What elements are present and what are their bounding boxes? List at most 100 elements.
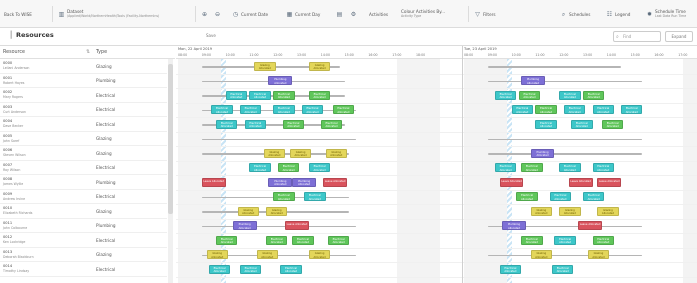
activity-block[interactable]: Electrical Allocated [277,163,300,173]
activities-menu[interactable]: Activities [369,7,388,21]
sort-icon[interactable]: ⇅ [86,49,90,55]
activity-block[interactable]: Electrical Allocated [239,105,262,115]
back-button[interactable]: Back To WISE [4,7,32,21]
resource-row[interactable]: 0011 John Colbourne Plumbing [0,219,167,233]
resource-row[interactable]: 0010 Elizabeth Richards Glazing [0,204,167,219]
resource-row[interactable]: 0014 Timothy Lindsay Electrical [0,262,167,277]
activity-block[interactable]: Electrical Allocated [208,264,231,274]
activity-block[interactable]: Electrical Allocated [549,192,572,202]
activity-block[interactable]: Plumbing Allocated [521,76,545,86]
activity-block[interactable]: Electrical Allocated [592,163,614,173]
activity-block[interactable]: Leave Allocated [499,177,524,187]
resource-row[interactable]: 0001 Robert Hayes Plumbing [0,74,167,88]
schedules-button[interactable]: ⌕ Schedules [560,7,591,21]
activity-block[interactable]: Glazing Allocated [530,250,553,260]
activity-block[interactable]: Leave Allocated [285,221,309,231]
schedule-time-button[interactable]: ✹ Schedule Time Last Data Run Time [646,7,686,21]
activity-block[interactable]: Glazing Allocated [237,206,259,216]
activity-block[interactable]: Electrical Allocated [552,264,574,274]
column-header-type[interactable]: Type [96,50,107,55]
activity-block[interactable]: Electrical Allocated [280,264,302,274]
activity-block[interactable]: Leave Allocated [568,177,593,187]
activity-block[interactable]: Electrical Allocated [554,235,576,245]
activity-block[interactable]: Electrical Allocated [535,119,557,129]
current-day-button[interactable]: ▦ Current Day [286,7,321,21]
activity-block[interactable]: Electrical Allocated [273,105,295,115]
activity-block[interactable]: Electrical Allocated [304,192,326,202]
activities-button[interactable]: ⚙ [350,7,357,21]
activity-block[interactable]: Electrical Allocated [602,119,624,129]
activity-block[interactable]: Leave Allocated [201,177,226,187]
activity-block[interactable]: Glazing Allocated [597,206,619,216]
activity-block[interactable]: Electrical Allocated [244,119,267,129]
activity-block[interactable]: Electrical Allocated [308,163,331,173]
activity-block[interactable]: Electrical Allocated [499,264,522,274]
activity-block[interactable]: Electrical Allocated [216,235,238,245]
activity-block[interactable]: Electrical Allocated [266,235,288,245]
activity-block[interactable]: Electrical Allocated [292,235,314,245]
activity-block[interactable]: Electrical Allocated [249,163,271,173]
resource-row[interactable]: 0003 Curt Anderson Electrical [0,103,167,117]
activity-block[interactable]: Electrical Allocated [535,105,557,115]
resource-row[interactable]: 0005 John Soref Glazing [0,132,167,146]
activity-block[interactable]: Glazing Allocated [289,148,312,158]
activity-block[interactable]: Electrical Allocated [621,105,643,115]
expand-button[interactable]: Expand [665,31,693,42]
activity-block[interactable]: Electrical Allocated [583,90,605,100]
scrollbar-thumb[interactable] [168,64,173,214]
activity-block[interactable]: Electrical Allocated [273,192,295,202]
legend-button[interactable]: ☷ Legend [606,7,631,21]
dataset-button[interactable]: ▥ Dataset /Applied/World/NorthernHealth/… [58,7,160,21]
activity-block[interactable]: Electrical Allocated [249,90,271,100]
resource-row[interactable]: 0009 Andrew Irvine Electrical [0,190,167,204]
resource-row[interactable]: 0007 Roy Wilson Electrical [0,161,167,175]
find-input[interactable]: ⌕ Find [613,31,661,42]
resource-row[interactable]: 0002 Mary Rogers Electrical [0,88,167,103]
activity-block[interactable]: Glazing Allocated [559,206,581,216]
activity-block[interactable]: Electrical Allocated [518,90,541,100]
activity-block[interactable]: Glazing Allocated [256,250,278,260]
save-button[interactable]: Save [206,33,216,38]
zoom-in-button[interactable]: ⊕ [201,7,208,21]
activity-block[interactable]: Electrical Allocated [559,163,581,173]
activity-block[interactable]: Plumbing Allocated [502,221,526,231]
activity-block[interactable]: Electrical Allocated [239,264,262,274]
resource-row[interactable]: 0004 Dave Becker Electrical [0,117,167,132]
activity-block[interactable]: Electrical Allocated [332,105,355,115]
activity-block[interactable]: Electrical Allocated [592,105,614,115]
activity-block[interactable]: Glazing Allocated [530,206,553,216]
activity-block[interactable]: Plumbing Allocated [268,177,293,187]
activity-block[interactable]: Leave Allocated [578,221,603,231]
activity-block[interactable]: Electrical Allocated [521,163,543,173]
grid-button[interactable]: ▤ [336,7,343,21]
activity-block[interactable]: Electrical Allocated [273,90,295,100]
activity-block[interactable]: Glazing Allocated [308,250,331,260]
activity-block[interactable]: Electrical Allocated [516,192,538,202]
activity-block[interactable]: Electrical Allocated [571,119,593,129]
activity-block[interactable]: Electrical Allocated [320,119,343,129]
activity-block[interactable]: Glazing Allocated [308,61,331,71]
zoom-out-button[interactable]: ⊖ [214,7,221,21]
activity-block[interactable]: Leave Allocated [323,177,347,187]
resource-row[interactable]: 0012 Ken Lockridge Electrical [0,233,167,248]
filters-button[interactable]: ▽ Filters [474,7,495,21]
activity-block[interactable]: Electrical Allocated [327,235,350,245]
activity-block[interactable]: Electrical Allocated [559,90,581,100]
activity-block[interactable]: Glazing Allocated [206,250,228,260]
activity-block[interactable]: Electrical Allocated [301,105,324,115]
resource-row[interactable]: 0013 Deborah Blackburn Glazing [0,248,167,262]
activity-block[interactable]: Electrical Allocated [211,105,233,115]
activity-block[interactable]: Electrical Allocated [225,90,247,100]
activity-block[interactable]: Plumbing Allocated [232,221,257,231]
activity-block[interactable]: Plumbing Allocated [268,76,293,86]
resource-row[interactable]: 0000 Leilani Anderson Glazing [0,59,167,74]
activity-block[interactable]: Electrical Allocated [308,90,331,100]
activity-block[interactable]: Electrical Allocated [494,90,517,100]
activity-block[interactable]: Electrical Allocated [583,192,605,202]
activity-block[interactable]: Electrical Allocated [216,119,238,129]
vertical-scrollbar[interactable] [168,59,173,283]
activity-block[interactable]: Plumbing Allocated [530,148,555,158]
resource-row[interactable]: 0006 Steven Wilson Glazing [0,146,167,161]
activity-block[interactable]: Glazing Allocated [266,206,288,216]
activity-block[interactable]: Electrical Allocated [494,163,517,173]
